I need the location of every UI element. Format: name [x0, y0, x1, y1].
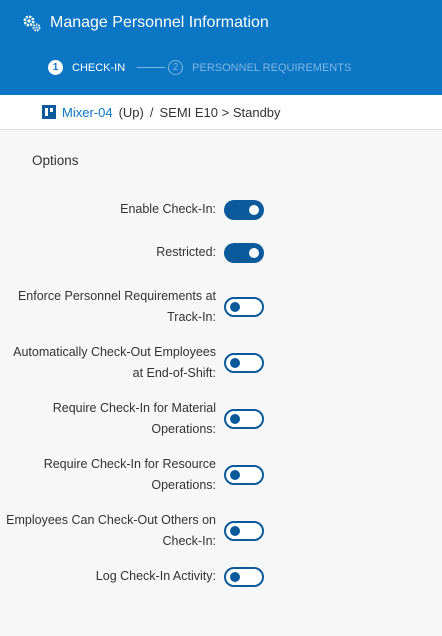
option-label: Enable Check-In: — [120, 202, 216, 216]
resource-state: SEMI E10 > Standby — [159, 104, 281, 120]
header-bar: Manage Personnel Information 1 CHECK-IN … — [0, 0, 442, 95]
option-label: Require Check-In for Material Operations… — [52, 401, 216, 436]
enable-check-in-toggle[interactable] — [224, 199, 264, 220]
option-label: Enforce Personnel Requirements at Track-… — [17, 289, 216, 324]
gears-icon — [23, 15, 41, 32]
breadcrumb: Mixer-04 (Up) / SEMI E10 > Standby — [0, 95, 442, 130]
toggle-knob — [249, 247, 259, 258]
auto-check-out-toggle[interactable] — [224, 353, 264, 373]
option-enable-check-in: Enable Check-In: — [0, 199, 442, 220]
restricted-toggle[interactable] — [224, 242, 264, 263]
option-resource-operations: Require Check-In for Resource Operations… — [0, 454, 442, 496]
log-activity-toggle[interactable] — [224, 566, 264, 587]
option-label: Employees Can Check-Out Others on Check-… — [6, 513, 216, 548]
step-1-label[interactable]: CHECK-IN — [72, 62, 125, 74]
option-auto-check-out: Automatically Check-Out Employees at End… — [0, 342, 442, 384]
resource-status: (Up) — [118, 104, 144, 120]
resource-icon — [42, 105, 56, 119]
option-log-activity: Log Check-In Activity: — [0, 566, 442, 587]
option-label: Require Check-In for Resource Operations… — [43, 457, 216, 492]
enforce-requirements-toggle[interactable] — [224, 297, 264, 317]
toggle-knob — [230, 526, 240, 536]
step-2-number[interactable]: 2 — [168, 60, 184, 75]
step-2-label[interactable]: PERSONNEL REQUIREMENTS — [192, 62, 351, 74]
option-label: Restricted: — [156, 245, 216, 259]
step-connector — [137, 67, 166, 68]
toggle-knob — [230, 358, 240, 368]
resource-link[interactable]: Mixer-04 — [62, 105, 113, 120]
material-operations-toggle[interactable] — [224, 409, 264, 429]
option-label: Automatically Check-Out Employees at End… — [13, 345, 216, 380]
option-material-operations: Require Check-In for Material Operations… — [0, 398, 442, 440]
option-check-out-others: Employees Can Check-Out Others on Check-… — [0, 510, 442, 552]
breadcrumb-separator: / — [149, 104, 154, 120]
option-enforce-requirements: Enforce Personnel Requirements at Track-… — [0, 286, 442, 328]
toggle-knob — [249, 204, 259, 215]
option-restricted: Restricted: — [0, 242, 442, 263]
options-section-title: Options — [32, 153, 79, 168]
toggle-knob — [230, 302, 240, 312]
check-out-others-toggle[interactable] — [224, 521, 264, 541]
page-title: Manage Personnel Information — [50, 14, 269, 31]
step-1-number[interactable]: 1 — [48, 60, 63, 75]
toggle-knob — [230, 414, 240, 424]
wizard-steps: 1 CHECK-IN 2 PERSONNEL REQUIREMENTS — [48, 60, 351, 75]
option-label: Log Check-In Activity: — [95, 569, 216, 583]
toggle-knob — [230, 470, 240, 480]
toggle-knob — [230, 571, 240, 582]
resource-operations-toggle[interactable] — [224, 465, 264, 485]
title-row: Manage Personnel Information — [22, 13, 269, 33]
